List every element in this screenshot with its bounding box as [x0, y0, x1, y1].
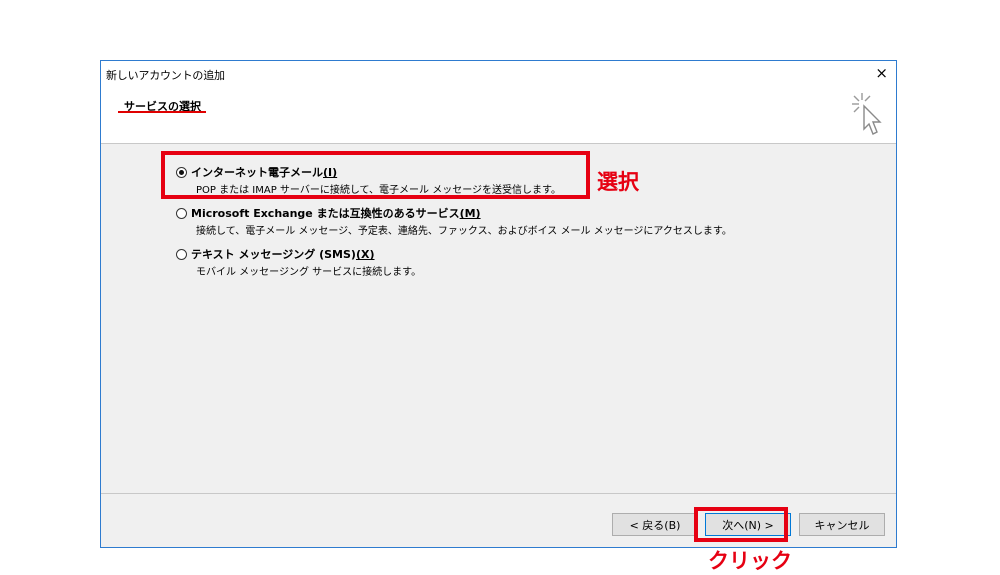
click-annotation: クリック: [708, 549, 792, 573]
cancel-button[interactable]: キャンセル: [799, 513, 885, 536]
option-label: テキスト メッセージング (SMS)(X): [191, 246, 375, 262]
dialog-title: 新しいアカウントの追加: [106, 69, 225, 82]
dialog-header: 新しいアカウントの追加 × サービスの選択: [101, 61, 896, 144]
next-highlight-box: [694, 507, 788, 542]
red-underline-annotation: [118, 111, 206, 113]
select-highlight-box: [161, 151, 590, 199]
option-head: テキスト メッセージング (SMS)(X): [176, 246, 736, 262]
option-accel: (M): [459, 207, 481, 220]
option-head: Microsoft Exchange または互換性のあるサービス(M): [176, 205, 736, 221]
option-accel: (X): [355, 248, 375, 261]
option-description: モバイル メッセージング サービスに接続します。: [196, 267, 422, 278]
close-icon[interactable]: ×: [875, 64, 888, 82]
cursor-click-icon: [852, 93, 882, 135]
footer-divider: [101, 493, 896, 494]
back-button[interactable]: < 戻る(B): [612, 513, 698, 536]
radio-microsoft-exchange[interactable]: [176, 207, 187, 219]
radio-text-messaging[interactable]: [176, 248, 187, 260]
option-label: Microsoft Exchange または互換性のあるサービス(M): [191, 205, 481, 221]
add-account-dialog: 新しいアカウントの追加 × サービスの選択 インターネット電子メール(I) PO…: [100, 60, 897, 548]
option-microsoft-exchange[interactable]: Microsoft Exchange または互換性のあるサービス(M) 接続して…: [176, 205, 736, 237]
select-annotation: 選択: [597, 170, 639, 194]
option-text-messaging[interactable]: テキスト メッセージング (SMS)(X) モバイル メッセージング サービスに…: [176, 246, 736, 278]
option-label-text: Microsoft Exchange または互換性のあるサービス: [191, 207, 460, 220]
option-description: 接続して、電子メール メッセージ、予定表、連絡先、ファックス、およびボイス メー…: [196, 226, 732, 237]
option-label-text: テキスト メッセージング (SMS): [191, 248, 356, 261]
